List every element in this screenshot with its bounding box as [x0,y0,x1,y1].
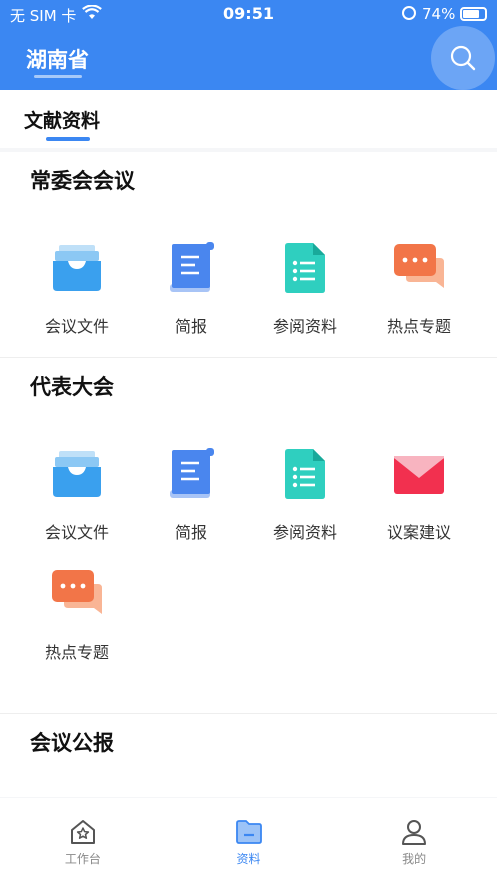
chat-bubble-icon [47,564,107,624]
person-icon [402,820,427,845]
list-doc-icon [275,444,335,504]
item-grid: 会议文件 简报 [0,208,497,358]
grid-item-hot-topics[interactable]: 热点专题 [20,564,134,684]
title-underline [34,75,82,78]
grid-item-label: 会议文件 [44,523,109,542]
orientation-lock-icon [402,6,416,20]
grid-item-meeting-files[interactable]: 会议文件 [20,238,134,358]
grid-item-meeting-files[interactable]: 会议文件 [20,444,134,564]
section-title: 会议公报 [30,731,114,755]
status-bar: 无 SIM 卡 09:51 74% [0,0,497,30]
nav-mine[interactable]: 我的 [331,798,497,883]
tab-bar: 文献资料 [0,90,497,148]
tray-icon [47,444,107,504]
grid-item-hot-topics[interactable]: 热点专题 [362,238,476,358]
content-area: 常委会会议 会议文件 简报 参阅资料 热点专题 代表大会 会议文件 简报 参阅资… [0,152,497,797]
nav-label: 工作台 [64,852,101,866]
nav-label: 我的 [402,852,427,866]
grid-item-reference[interactable]: 参阅资料 [248,444,362,564]
chat-bubble-icon [389,238,449,298]
grid-item-label: 简报 [174,317,207,336]
section-congress: 代表大会 会议文件 简报 参阅资料 议案建议 热点专题 [0,358,497,714]
nav-label: 资料 [236,852,261,866]
grid-item-label: 参阅资料 [272,523,337,542]
region-title[interactable]: 湖南省 [26,44,89,74]
grid-item-briefing[interactable]: 简报 [134,238,248,358]
envelope-icon [389,444,449,504]
bottom-nav: 工作台 资料 我的 [0,798,497,883]
battery-icon [460,7,487,21]
grid-item-label: 简报 [174,523,207,542]
app-header: 湖南省 [0,26,497,90]
section-title: 代表大会 [30,375,114,399]
home-star-icon [70,820,95,844]
grid-item-label: 参阅资料 [272,317,337,336]
section-bulletin: 会议公报 [0,714,497,770]
tab-documents[interactable]: 文献资料 [24,106,100,133]
tray-icon [47,238,107,298]
section-standing-committee: 常委会会议 会议文件 简报 参阅资料 热点专题 [0,152,497,358]
grid-item-reference[interactable]: 参阅资料 [248,238,362,358]
grid-item-label: 热点专题 [44,643,109,662]
item-grid: 会议文件 简报 [0,414,497,684]
scroll-doc-icon [161,238,221,298]
tab-indicator [46,137,90,141]
list-doc-icon [275,238,335,298]
scroll-doc-icon [161,444,221,504]
grid-item-briefing[interactable]: 简报 [134,444,248,564]
grid-item-proposals[interactable]: 议案建议 [362,444,476,564]
grid-item-label: 议案建议 [386,523,451,542]
grid-item-label: 会议文件 [44,317,109,336]
search-icon [450,45,476,71]
section-title: 常委会会议 [30,169,135,193]
search-button[interactable] [431,26,495,90]
battery-percent: 74% [422,5,456,23]
folder-icon [235,820,262,844]
nav-materials[interactable]: 资料 [166,798,332,883]
nav-workbench[interactable]: 工作台 [0,798,166,883]
grid-item-label: 热点专题 [386,317,451,336]
